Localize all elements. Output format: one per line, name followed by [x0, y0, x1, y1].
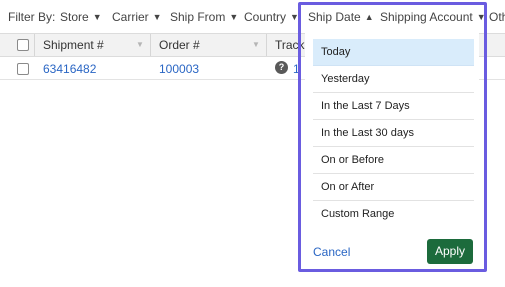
- sort-caret-icon[interactable]: ▼: [252, 34, 260, 56]
- chevron-down-icon: ▼: [92, 12, 102, 22]
- filter-country[interactable]: Country ▼: [244, 10, 299, 24]
- chevron-down-icon: ▼: [152, 12, 162, 22]
- help-circle-icon[interactable]: ?: [275, 61, 288, 74]
- filter-by-label: Filter By:: [8, 10, 56, 24]
- option-last-7-days[interactable]: In the Last 7 Days: [313, 93, 474, 120]
- shipment-link[interactable]: 63416482: [43, 62, 96, 76]
- filter-carrier-label: Carrier: [112, 10, 149, 24]
- column-header-shipment[interactable]: Shipment #: [43, 34, 133, 56]
- filter-other-label: Oth: [489, 10, 505, 24]
- row-checkbox[interactable]: [17, 63, 29, 75]
- option-on-or-after[interactable]: On or After: [313, 174, 474, 201]
- option-custom-range[interactable]: Custom Range: [313, 201, 474, 228]
- filter-store[interactable]: Store ▼: [60, 10, 102, 24]
- filter-store-label: Store: [60, 10, 89, 24]
- option-on-or-before[interactable]: On or Before: [313, 147, 474, 174]
- filter-other[interactable]: Oth: [489, 10, 505, 24]
- column-header-order[interactable]: Order #: [159, 34, 249, 56]
- order-link[interactable]: 100003: [159, 62, 199, 76]
- column-divider[interactable]: [266, 34, 267, 56]
- option-last-30-days[interactable]: In the Last 30 days: [313, 120, 474, 147]
- filter-ship-from[interactable]: Ship From ▼: [170, 10, 238, 24]
- cancel-button[interactable]: Cancel: [313, 245, 350, 259]
- chevron-down-icon: ▼: [229, 12, 239, 22]
- option-today[interactable]: Today: [313, 39, 474, 66]
- sort-caret-icon[interactable]: ▼: [136, 34, 144, 56]
- filter-country-label: Country: [244, 10, 287, 24]
- column-divider: [34, 34, 35, 56]
- filter-carrier[interactable]: Carrier ▼: [112, 10, 162, 24]
- option-yesterday[interactable]: Yesterday: [313, 66, 474, 93]
- column-divider[interactable]: [150, 34, 151, 56]
- apply-button[interactable]: Apply: [427, 239, 473, 264]
- select-all-checkbox[interactable]: [17, 39, 29, 51]
- filter-ship-from-label: Ship From: [170, 10, 226, 24]
